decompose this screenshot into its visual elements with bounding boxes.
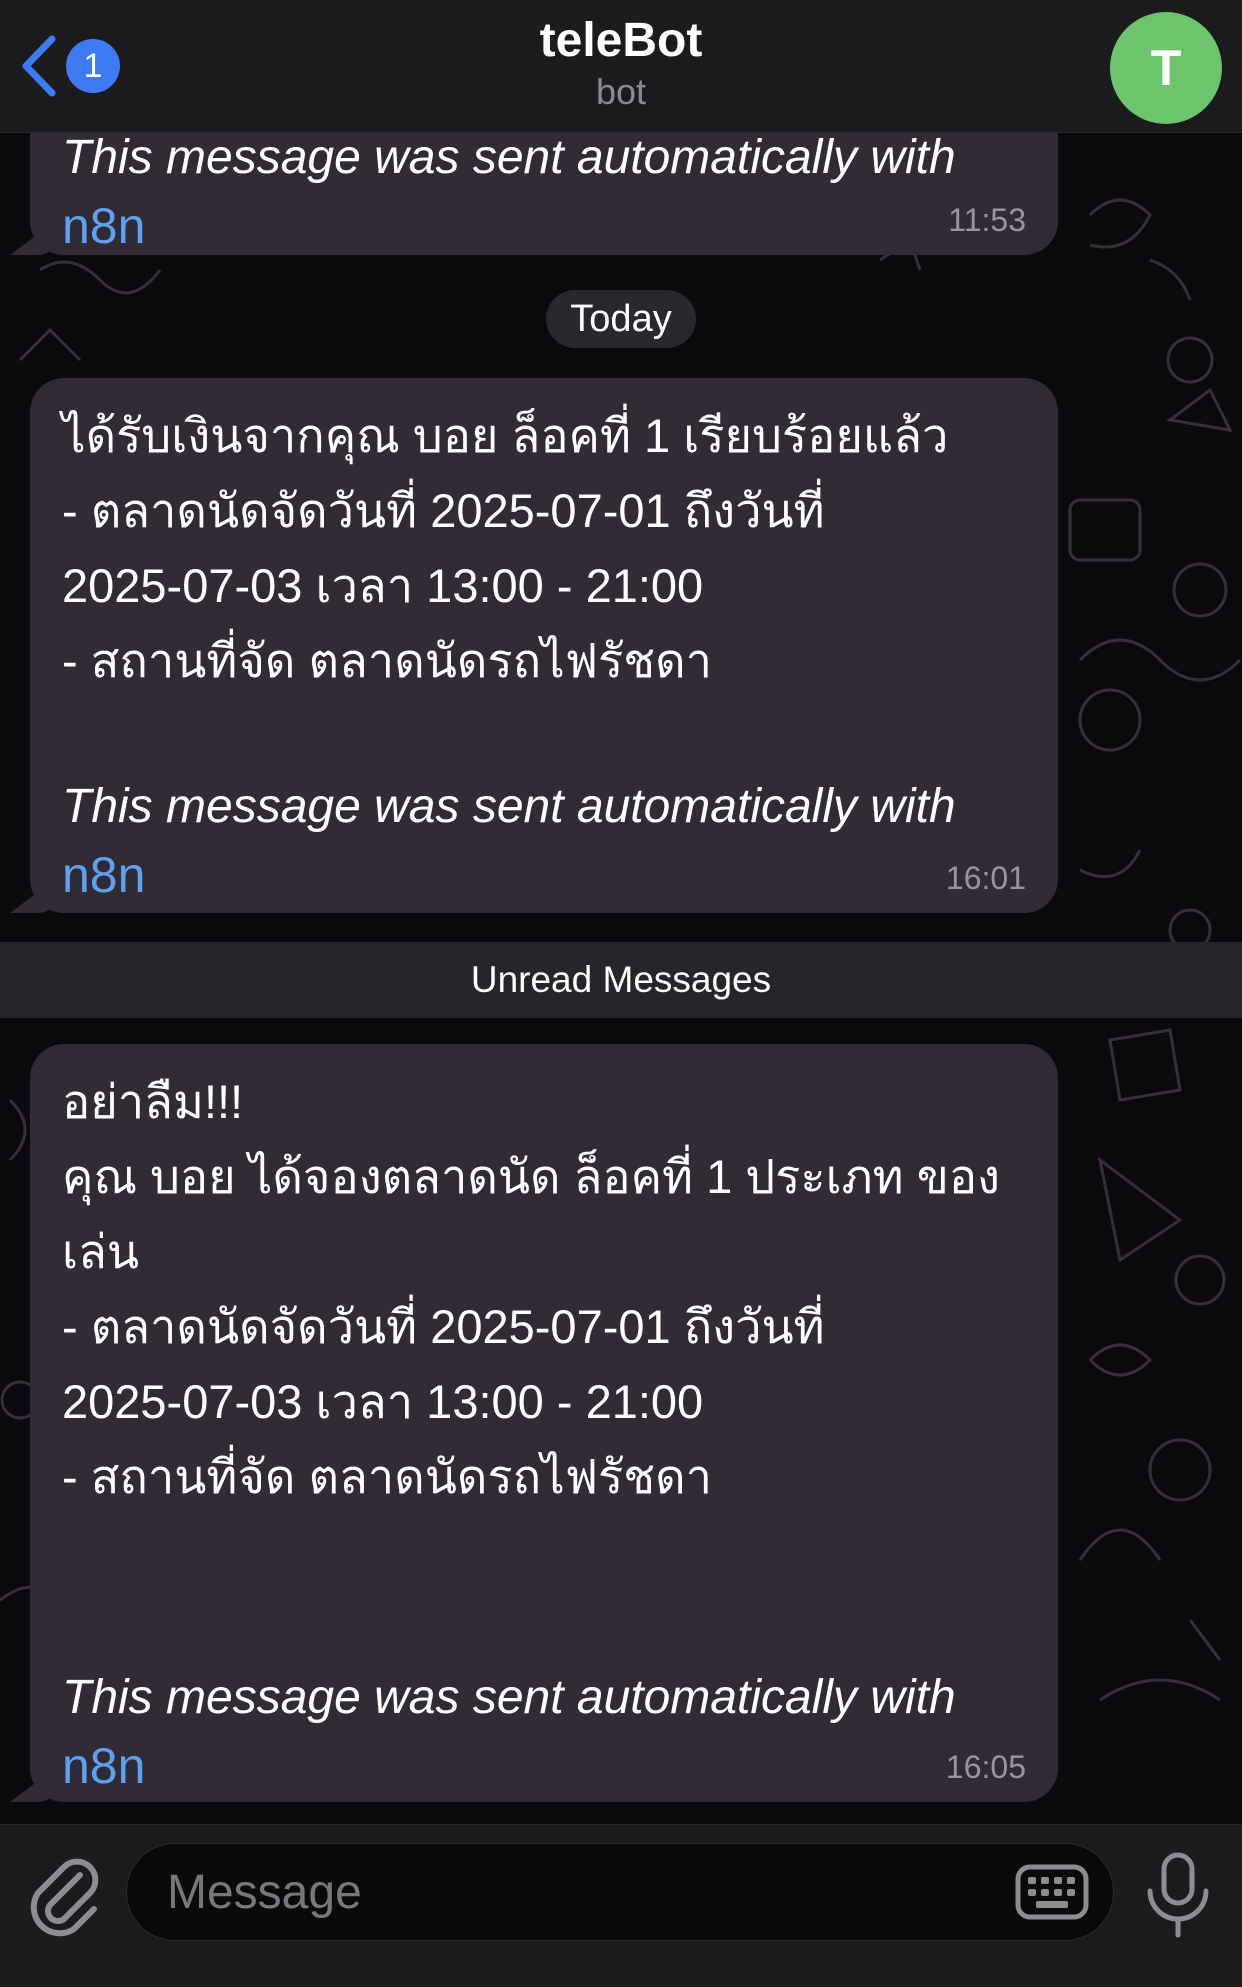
chat-title-area[interactable]: teleBot bot xyxy=(0,10,1242,112)
microphone-icon[interactable] xyxy=(1140,1851,1216,1939)
message-footer-text: This message was sent automatically with xyxy=(62,780,956,833)
message-link[interactable]: n8n xyxy=(62,1732,145,1800)
message-time: 16:05 xyxy=(945,1749,1026,1785)
message-line: 2025-07-03 เวลา 13:00 - 21:00 xyxy=(62,559,704,612)
message-link[interactable]: n8n xyxy=(62,192,145,260)
chat-header: 1 teleBot bot T xyxy=(0,0,1242,133)
composer-bar: Message xyxy=(0,1824,1242,1987)
message-line: อย่าลืม!!! xyxy=(62,1075,244,1128)
message-line: ได้รับเงินจากคุณ บอย ล็อคที่ 1 เรียบร้อย… xyxy=(62,409,949,462)
message-time: 16:01 xyxy=(945,860,1026,896)
message-time: 11:53 xyxy=(948,202,1026,238)
message-line: - ตลาดนัดจัดวันที่ 2025-07-01 ถึงวันที่ xyxy=(62,484,825,537)
message-line: เล่น xyxy=(62,1225,139,1278)
message-bubble[interactable]: อย่าลืม!!! คุณ บอย ได้จองตลาดนัด ล็อคที่… xyxy=(30,1044,1058,1802)
date-separator: Today xyxy=(546,290,696,348)
message-line: - สถานที่จัด ตลาดนัดรถไฟรัชดา xyxy=(62,1450,713,1503)
message-line: - สถานที่จัด ตลาดนัดรถไฟรัชดา xyxy=(62,634,713,687)
chat-subtitle: bot xyxy=(595,71,647,112)
unread-messages-banner: Unread Messages xyxy=(0,942,1242,1018)
message-footer-text: This message was sent automatically with xyxy=(62,131,956,184)
message-input[interactable]: Message xyxy=(126,1843,1114,1941)
keyboard-icon[interactable] xyxy=(1014,1861,1090,1923)
chat-title: teleBot xyxy=(539,14,703,67)
message-line: 2025-07-03 เวลา 13:00 - 21:00 xyxy=(62,1375,704,1428)
message-line: - ตลาดนัดจัดวันที่ 2025-07-01 ถึงวันที่ xyxy=(62,1300,825,1353)
message-link[interactable]: n8n xyxy=(62,841,145,909)
avatar[interactable]: T xyxy=(1110,12,1222,124)
paperclip-icon[interactable] xyxy=(28,1853,102,1937)
message-footer-text: This message was sent automatically with xyxy=(62,1671,956,1724)
message-bubble[interactable]: ได้รับเงินจากคุณ บอย ล็อคที่ 1 เรียบร้อย… xyxy=(30,378,1058,913)
message-line: คุณ บอย ได้จองตลาดนัด ล็อคที่ 1 ประเภท ข… xyxy=(62,1150,1001,1203)
